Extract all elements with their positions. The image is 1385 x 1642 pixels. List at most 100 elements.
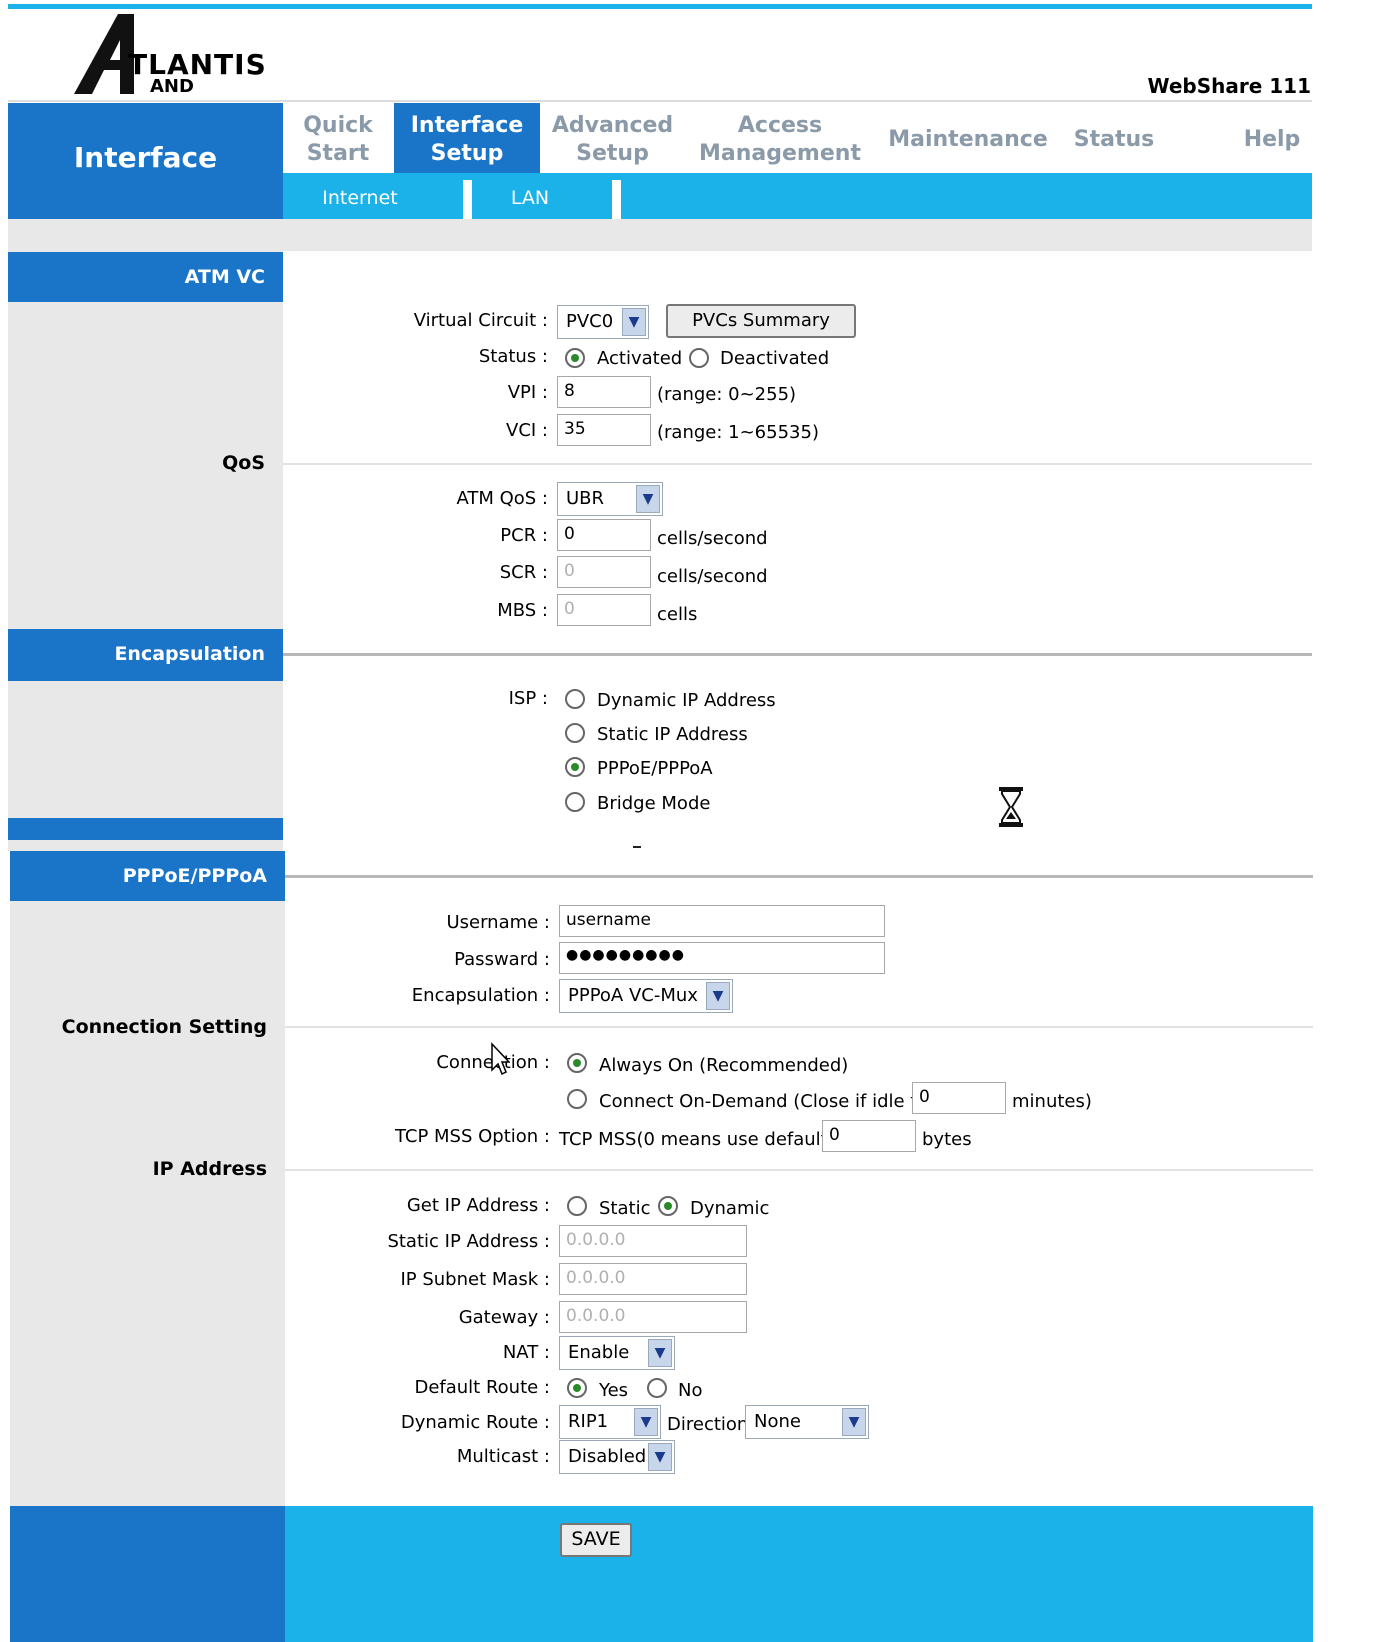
pcr-unit: cells/second — [657, 528, 768, 549]
static-ip-input[interactable]: 0.0.0.0 — [559, 1225, 747, 1257]
section-pppoe: PPPoE/PPPoA — [10, 851, 285, 901]
chevron-down-icon: ▼ — [842, 1408, 866, 1436]
virtual-circuit-select[interactable]: PVC0 ▼ — [557, 305, 649, 339]
always-on-radio[interactable] — [567, 1053, 587, 1073]
mbs-unit: cells — [657, 604, 698, 625]
route-no-radio[interactable] — [647, 1378, 667, 1398]
on-demand-label: Connect On-Demand (Close if idle for — [599, 1091, 936, 1112]
pvcs-summary-button[interactable]: PVCs Summary — [666, 304, 856, 338]
status-label: Status : — [478, 346, 548, 367]
top-accent-bar — [8, 4, 1312, 9]
tab-interface-setup[interactable]: Interface Setup — [394, 112, 540, 168]
header-divider — [8, 100, 1312, 102]
section-qos: QoS — [222, 452, 265, 474]
tab-status[interactable]: Status — [1068, 126, 1160, 154]
mbs-label: MBS : — [497, 600, 548, 621]
idle-time-input[interactable]: 0 — [912, 1082, 1006, 1114]
chevron-down-icon: ▼ — [648, 1443, 672, 1471]
isp-static-label: Static IP Address — [597, 724, 748, 745]
get-ip-label: Get IP Address : — [406, 1195, 550, 1216]
left-column — [8, 251, 283, 851]
vci-label: VCI : — [506, 420, 548, 441]
vci-input[interactable]: 35 — [557, 414, 651, 446]
isp-dynamic-radio[interactable] — [565, 689, 585, 709]
vpi-label: VPI : — [507, 382, 548, 403]
username-input[interactable]: username — [559, 905, 885, 937]
multicast-select[interactable]: Disabled ▼ — [559, 1440, 675, 1474]
logo-text: TLANTIS — [128, 48, 267, 81]
username-label: Username : — [446, 912, 550, 933]
bytes-label: bytes — [922, 1129, 972, 1150]
scr-input[interactable]: 0 — [557, 556, 651, 588]
vpi-input[interactable]: 8 — [557, 376, 651, 408]
hourglass-icon — [998, 786, 1024, 828]
isp-pppoe-radio[interactable] — [565, 757, 585, 777]
mbs-input[interactable]: 0 — [557, 594, 651, 626]
section-connection-setting: Connection Setting — [61, 1016, 267, 1038]
nat-label: NAT : — [502, 1342, 550, 1363]
subtab-lan[interactable]: LAN — [470, 187, 590, 209]
isp-bridge-radio[interactable] — [565, 792, 585, 812]
status-activated-radio[interactable] — [565, 348, 585, 368]
isp-bridge-label: Bridge Mode — [597, 793, 711, 814]
divider — [283, 653, 1312, 656]
atm-qos-label: ATM QoS : — [456, 488, 548, 509]
chevron-down-icon: ▼ — [648, 1339, 672, 1367]
tcp-mss-input[interactable]: 0 — [822, 1120, 916, 1152]
tab-access-management[interactable]: Access Management — [690, 112, 870, 168]
footer-bar — [285, 1506, 1313, 1642]
save-button[interactable]: SAVE — [560, 1523, 632, 1557]
connection-label: Connection : — [436, 1052, 550, 1073]
dynamic-route-select[interactable]: RIP1 ▼ — [559, 1405, 661, 1439]
divider — [283, 463, 1312, 465]
ip-dynamic-radio[interactable] — [658, 1196, 678, 1216]
page-section-header: Interface — [8, 103, 283, 219]
password-label: Passward : — [454, 949, 550, 970]
gateway-input[interactable]: 0.0.0.0 — [559, 1301, 747, 1333]
section-encapsulation: Encapsulation — [8, 629, 283, 681]
tab-maintenance[interactable]: Maintenance — [888, 126, 1048, 154]
subtab-internet[interactable]: Internet — [290, 187, 430, 209]
chevron-down-icon: ▼ — [706, 982, 730, 1010]
encapsulation-select[interactable]: PPPoA VC-Mux ▼ — [559, 979, 733, 1013]
tcp-mss-text: TCP MSS(0 means use default) — [559, 1129, 835, 1150]
footer-left — [10, 1506, 285, 1642]
status-activated-label: Activated — [597, 348, 683, 369]
mouse-cursor-icon — [490, 1042, 511, 1078]
nat-select[interactable]: Enable ▼ — [559, 1336, 675, 1370]
minutes-label: minutes) — [1012, 1091, 1092, 1112]
atlantis-logo: TLANTIS AND — [72, 12, 312, 97]
tab-advanced-setup[interactable]: Advanced Setup — [545, 112, 680, 168]
tab-quick-start[interactable]: Quick Start — [283, 112, 393, 168]
default-route-label: Default Route : — [414, 1377, 550, 1398]
encap-label: Encapsulation : — [411, 985, 550, 1006]
direction-select[interactable]: None ▼ — [745, 1405, 869, 1439]
vc-label: Virtual Circuit : — [413, 310, 548, 331]
section-atm-vc: ATM VC — [8, 252, 283, 302]
ip-static-radio[interactable] — [567, 1196, 587, 1216]
status-deactivated-label: Deactivated — [720, 348, 830, 369]
status-deactivated-radio[interactable] — [689, 348, 709, 368]
atm-qos-select[interactable]: UBR ▼ — [557, 482, 663, 516]
static-ip-label: Static IP Address : — [387, 1231, 550, 1252]
subtab-bar — [283, 173, 1312, 219]
password-input[interactable]: ●●●●●●●●● — [559, 942, 885, 974]
vci-range: (range: 1~65535) — [657, 422, 819, 443]
route-yes-radio[interactable] — [567, 1378, 587, 1398]
on-demand-radio[interactable] — [567, 1089, 587, 1109]
isp-label: ISP : — [508, 688, 548, 709]
isp-pppoe-label: PPPoE/PPPoA — [597, 758, 713, 779]
always-on-label: Always On (Recommended) — [599, 1055, 849, 1076]
tab-help[interactable]: Help — [1236, 126, 1308, 154]
subnet-mask-label: IP Subnet Mask : — [400, 1269, 550, 1290]
tcp-mss-label: TCP MSS Option : — [394, 1126, 550, 1147]
section-ip-address: IP Address — [152, 1158, 267, 1180]
subnet-mask-input[interactable]: 0.0.0.0 — [559, 1263, 747, 1295]
subtab-divider — [612, 180, 621, 219]
multicast-label: Multicast : — [456, 1446, 550, 1467]
pcr-input[interactable]: 0 — [557, 519, 651, 551]
scr-unit: cells/second — [657, 566, 768, 587]
scr-label: SCR : — [499, 562, 548, 583]
dynamic-route-label: Dynamic Route : — [400, 1412, 550, 1433]
isp-static-radio[interactable] — [565, 723, 585, 743]
